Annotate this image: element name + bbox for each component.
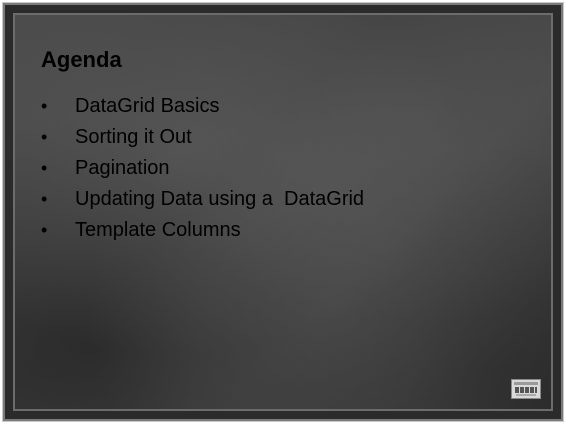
slide-title: Agenda — [41, 47, 122, 72]
aspnet-logo-icon — [511, 379, 541, 399]
bullet-icon: • — [41, 220, 48, 240]
bullet-item: • Sorting it Out — [39, 122, 364, 153]
bullet-label: Pagination — [75, 157, 170, 179]
bullet-item: • Pagination — [39, 153, 364, 184]
bullet-icon: • — [41, 96, 48, 116]
bullet-icon: • — [41, 127, 48, 147]
bullet-icon: • — [41, 189, 48, 209]
bullet-label: Updating Data using a DataGrid — [75, 188, 365, 210]
bullet-label: DataGrid Basics — [75, 95, 220, 117]
bullet-item: • Updating Data using a DataGrid — [39, 184, 364, 215]
bullet-icon: • — [41, 158, 48, 178]
bullet-label: Sorting it Out — [75, 126, 192, 148]
bullet-item: • DataGrid Basics — [39, 91, 364, 122]
bullet-list: • DataGrid Basics • Sorting it Out • Pagina… — [39, 91, 364, 246]
slide: Agenda • DataGrid Basics • Sorting it Out … — [13, 13, 553, 411]
bullet-label: Template Columns — [75, 219, 241, 241]
bullet-item: • Template Columns — [39, 215, 364, 246]
slide-frame: Agenda • DataGrid Basics • Sorting it Out … — [2, 2, 564, 422]
